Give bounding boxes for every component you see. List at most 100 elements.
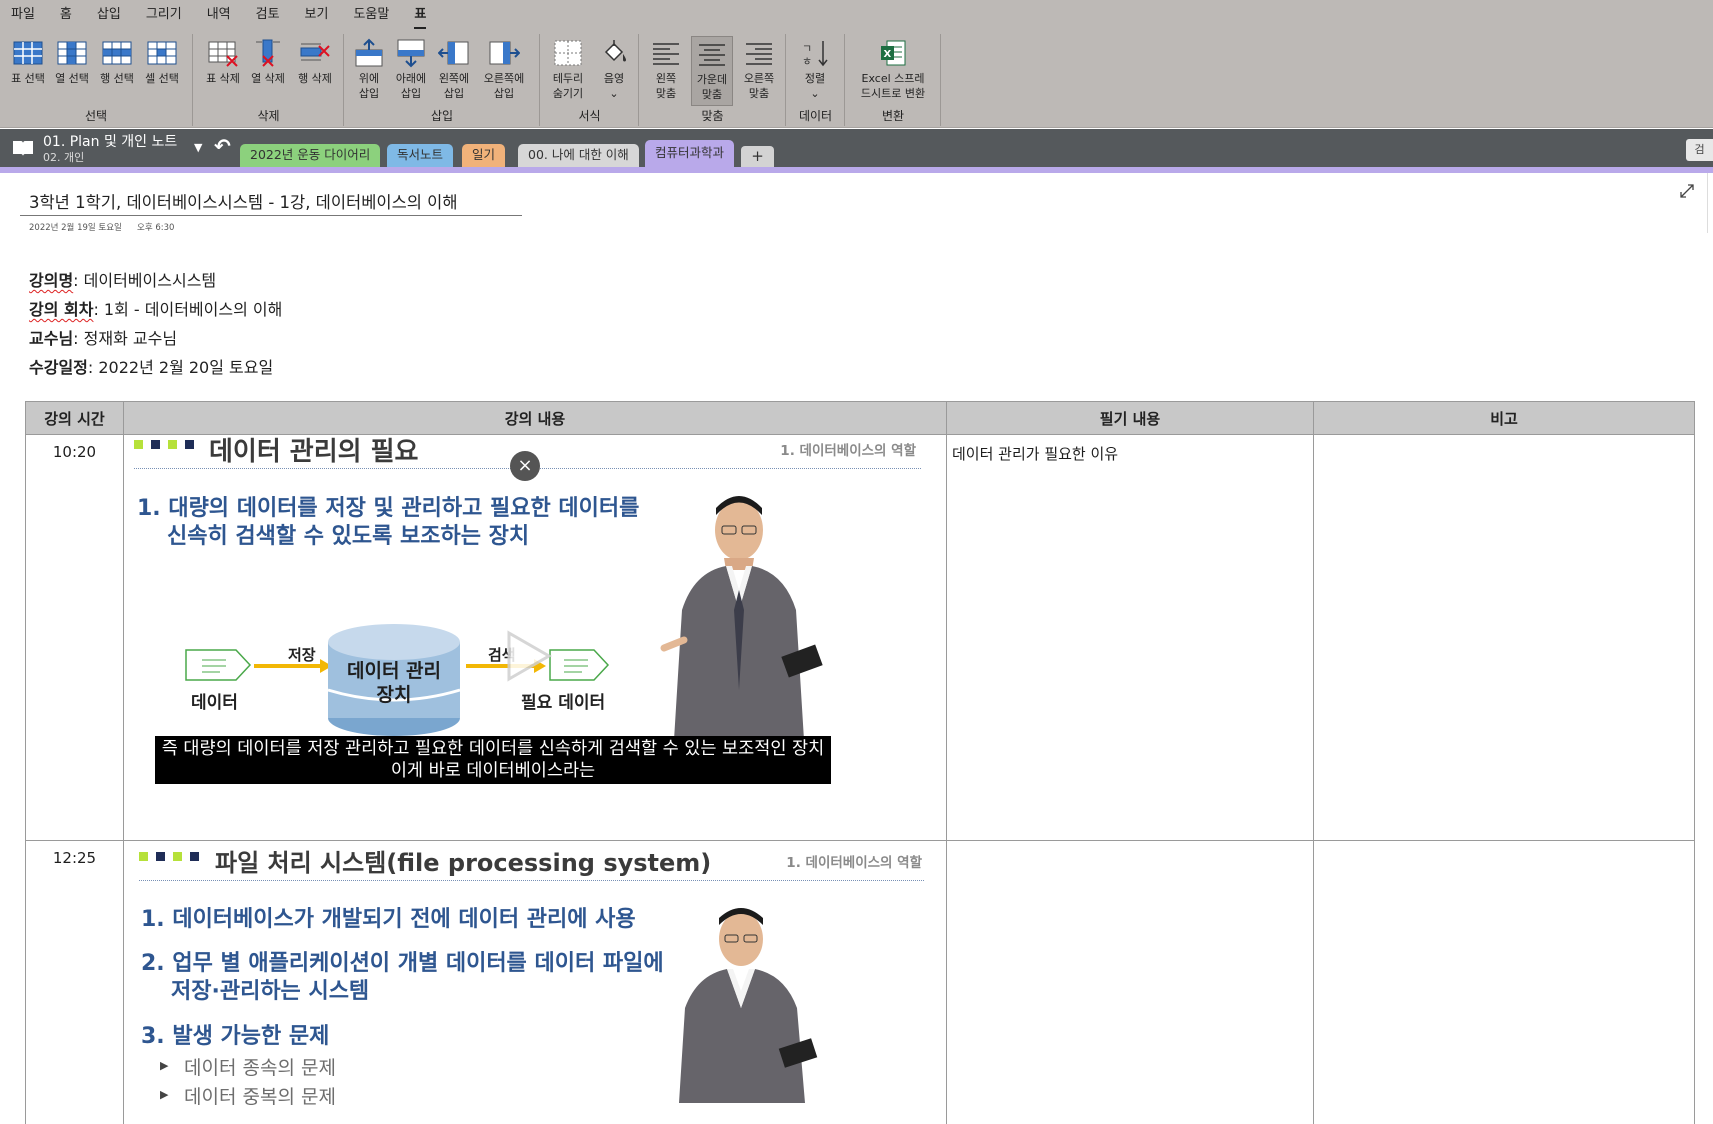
shading-button[interactable]: 음영 ⌄ <box>595 36 633 101</box>
menu-help[interactable]: 도움말 <box>353 0 402 32</box>
select-column-label: 열 선택 <box>55 72 89 85</box>
menu-insert[interactable]: 삽입 <box>97 0 134 32</box>
presenter-video[interactable] <box>654 490 824 740</box>
scrollbar[interactable] <box>1707 173 1713 233</box>
slide-sub-bullet-1: 데이터 종속의 문제 <box>184 1057 336 1079</box>
tag-icon <box>549 649 610 681</box>
info-professor[interactable]: 교수님: 정재화 교수님 <box>29 325 177 349</box>
ribbon-group-align: 왼쪽 맞춤 가운데 맞춤 오른쪽 맞춤 맞춤 <box>640 34 786 126</box>
notebook-section-group[interactable]: 02. 개인 <box>43 149 84 165</box>
notebook-dropdown-icon[interactable]: ▼ <box>194 141 202 154</box>
content-cell[interactable]: 데이터 관리의 필요 1. 데이터베이스의 역할 × 1. 대량의 데이터를 저… <box>123 434 947 841</box>
menu-file[interactable]: 파일 <box>11 0 48 32</box>
presenter-video[interactable] <box>659 903 819 1103</box>
header-remarks[interactable]: 비고 <box>1313 401 1695 435</box>
play-icon[interactable] <box>504 630 554 682</box>
info-lecture-number[interactable]: 강의 회차: 1회 - 데이터베이스의 이해 <box>29 296 282 320</box>
align-right-button[interactable]: 오른쪽 맞춤 <box>737 36 781 101</box>
notes-cell[interactable] <box>946 840 1314 1124</box>
hide-borders-label-1: 테두리 <box>552 72 584 85</box>
select-table-label: 표 선택 <box>11 72 45 85</box>
ribbon-group-select: 표 선택 열 선택 행 선택 셀 선택 선택 <box>0 34 193 126</box>
page-title[interactable]: 3학년 1학기, 데이터베이스시스템 - 1강, 데이터베이스의 이해 <box>29 189 458 213</box>
insert-above-icon <box>355 38 383 67</box>
slide-bullet-1-cont: 신속히 검색할 수 있도록 보조하는 장치 <box>167 524 530 549</box>
menu-table[interactable]: 표 <box>414 0 439 32</box>
insert-above-label-2: 삽입 <box>358 87 380 100</box>
tab-about-me[interactable]: 00. 나에 대한 이해 <box>518 144 639 167</box>
hide-borders-button[interactable]: 테두리 숨기기 <box>546 36 590 101</box>
slide-title-rule <box>139 880 924 881</box>
align-center-button[interactable]: 가운데 맞춤 <box>691 36 733 106</box>
info-course-name[interactable]: 강의명: 데이터베이스시스템 <box>29 267 216 291</box>
tab-diary[interactable]: 일기 <box>462 144 506 167</box>
select-table-button[interactable]: 표 선택 <box>7 36 49 86</box>
slide-bullet-2-cont: 저장·관리하는 시스템 <box>171 979 370 1004</box>
time-cell[interactable]: 10:20 <box>25 434 124 841</box>
menu-history[interactable]: 내역 <box>207 0 244 32</box>
insert-right-button[interactable]: 오른쪽에 삽입 <box>479 36 529 101</box>
group-label-insert: 삽입 <box>430 109 454 123</box>
select-row-label: 행 선택 <box>100 72 134 85</box>
slide-bullet-square <box>139 852 148 861</box>
remarks-cell[interactable] <box>1313 840 1695 1124</box>
insert-left-label-2: 삽입 <box>443 87 465 100</box>
caption-line-2: 이게 바로 데이터베이스라는 <box>390 761 596 781</box>
notes-cell[interactable]: 데이터 관리가 필요한 이유 <box>946 434 1314 841</box>
header-time[interactable]: 강의 시간 <box>25 401 124 435</box>
expand-icon[interactable] <box>1679 183 1695 199</box>
convert-to-excel-button[interactable]: X Excel 스프레 드시트로 변환 <box>850 36 936 101</box>
diagram-label-data: 데이터 <box>191 693 238 713</box>
insert-above-button[interactable]: 위에 삽입 <box>350 36 388 101</box>
menu-home[interactable]: 홈 <box>60 0 85 32</box>
back-arrow-icon[interactable]: ↶ <box>214 134 231 158</box>
menu-draw[interactable]: 그리기 <box>146 0 195 32</box>
notebook-title[interactable]: 01. Plan 및 개인 노트 <box>43 131 177 151</box>
table-row: 10:20 데이터 관리의 필요 1. 데이터베이스의 역할 × 1. 대량의 … <box>25 434 1695 841</box>
slide-title: 파일 처리 시스템(file processing system) <box>215 849 712 877</box>
select-cell-button[interactable]: 셀 선택 <box>141 36 183 86</box>
lecture-slide-image[interactable]: 파일 처리 시스템(file processing system) 1. 데이터… <box>124 841 946 1124</box>
time-cell[interactable]: 12:25 <box>25 840 124 1124</box>
caption-line-1: 즉 대량의 데이터를 저장 관리하고 필요한 데이터를 신속하게 검색할 수 있… <box>161 739 825 759</box>
group-label-select: 선택 <box>84 109 108 123</box>
select-column-button[interactable]: 열 선택 <box>51 36 93 86</box>
search-box[interactable]: 검 <box>1686 139 1713 161</box>
select-row-button[interactable]: 행 선택 <box>96 36 138 86</box>
header-notes[interactable]: 필기 내용 <box>946 401 1314 435</box>
convert-label-2: 드시트로 변환 <box>860 87 926 100</box>
notebook-icon[interactable] <box>12 139 34 157</box>
tag-icon <box>185 649 252 681</box>
insert-below-button[interactable]: 아래에 삽입 <box>392 36 430 101</box>
delete-table-icon <box>208 41 238 67</box>
info-key: 강의명 <box>29 271 74 290</box>
align-right-icon <box>746 43 772 65</box>
arrow-label-store: 저장 <box>288 646 316 664</box>
content-cell[interactable]: 파일 처리 시스템(file processing system) 1. 데이터… <box>123 840 947 1124</box>
align-center-icon <box>699 44 725 66</box>
tab-computer-science[interactable]: 컴퓨터과학과 <box>645 140 735 167</box>
shading-dropdown-caret: ⌄ <box>609 87 619 100</box>
header-content[interactable]: 강의 내용 <box>123 401 947 435</box>
delete-row-button[interactable]: 행 삭제 <box>293 36 337 86</box>
sort-button[interactable]: ㄱㅎ 정렬 ⌄ <box>795 36 835 101</box>
delete-table-button[interactable]: 표 삭제 <box>203 36 243 86</box>
delete-column-label: 열 삭제 <box>251 72 285 85</box>
lecture-slide-image[interactable]: 데이터 관리의 필요 1. 데이터베이스의 역할 × 1. 대량의 데이터를 저… <box>124 435 946 835</box>
delete-row-label: 행 삭제 <box>298 72 332 85</box>
ribbon-group-format: 테두리 숨기기 음영 ⌄ 서식 <box>541 34 639 126</box>
info-schedule[interactable]: 수강일정: 2022년 2월 20일 토요일 <box>29 354 273 378</box>
align-left-button[interactable]: 왼쪽 맞춤 <box>646 36 686 101</box>
delete-column-button[interactable]: 열 삭제 <box>248 36 288 86</box>
close-icon[interactable]: × <box>510 451 540 481</box>
insert-left-button[interactable]: 왼쪽에 삽입 <box>434 36 474 101</box>
menu-view[interactable]: 보기 <box>305 0 342 32</box>
remarks-cell[interactable] <box>1313 434 1695 841</box>
menu-review[interactable]: 검토 <box>256 0 293 32</box>
add-section-button[interactable]: + <box>741 146 774 167</box>
tab-exercise-diary[interactable]: 2022년 운동 다이어리 <box>240 144 381 167</box>
align-right-label-1: 오른쪽 <box>743 72 775 85</box>
slide-bullet-square <box>156 852 165 861</box>
excel-icon: X <box>881 40 906 66</box>
tab-reading-notes[interactable]: 독서노트 <box>387 144 454 167</box>
